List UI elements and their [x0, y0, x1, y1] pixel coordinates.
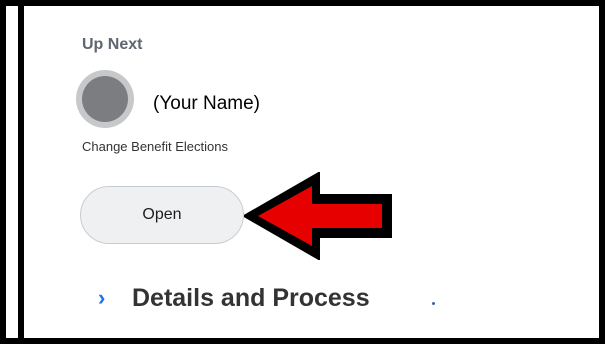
- section-title[interactable]: Details and Process: [132, 282, 370, 314]
- chevron-right-icon[interactable]: ›: [98, 284, 120, 312]
- task-title: Change Benefit Elections: [82, 139, 228, 154]
- up-next-heading: Up Next: [82, 36, 143, 53]
- screenshot-frame: Up Next (Your Name) Change Benefit Elect…: [0, 0, 605, 344]
- open-button[interactable]: Open: [80, 186, 244, 244]
- assignee-name: (Your Name): [153, 93, 261, 114]
- details-section-toggle[interactable]: › Details and Process: [98, 282, 370, 314]
- frame-edge: [18, 6, 24, 338]
- stray-dot: [432, 302, 435, 305]
- avatar: [76, 70, 134, 128]
- left-arrow-icon: [244, 172, 392, 260]
- avatar-icon: [82, 76, 128, 122]
